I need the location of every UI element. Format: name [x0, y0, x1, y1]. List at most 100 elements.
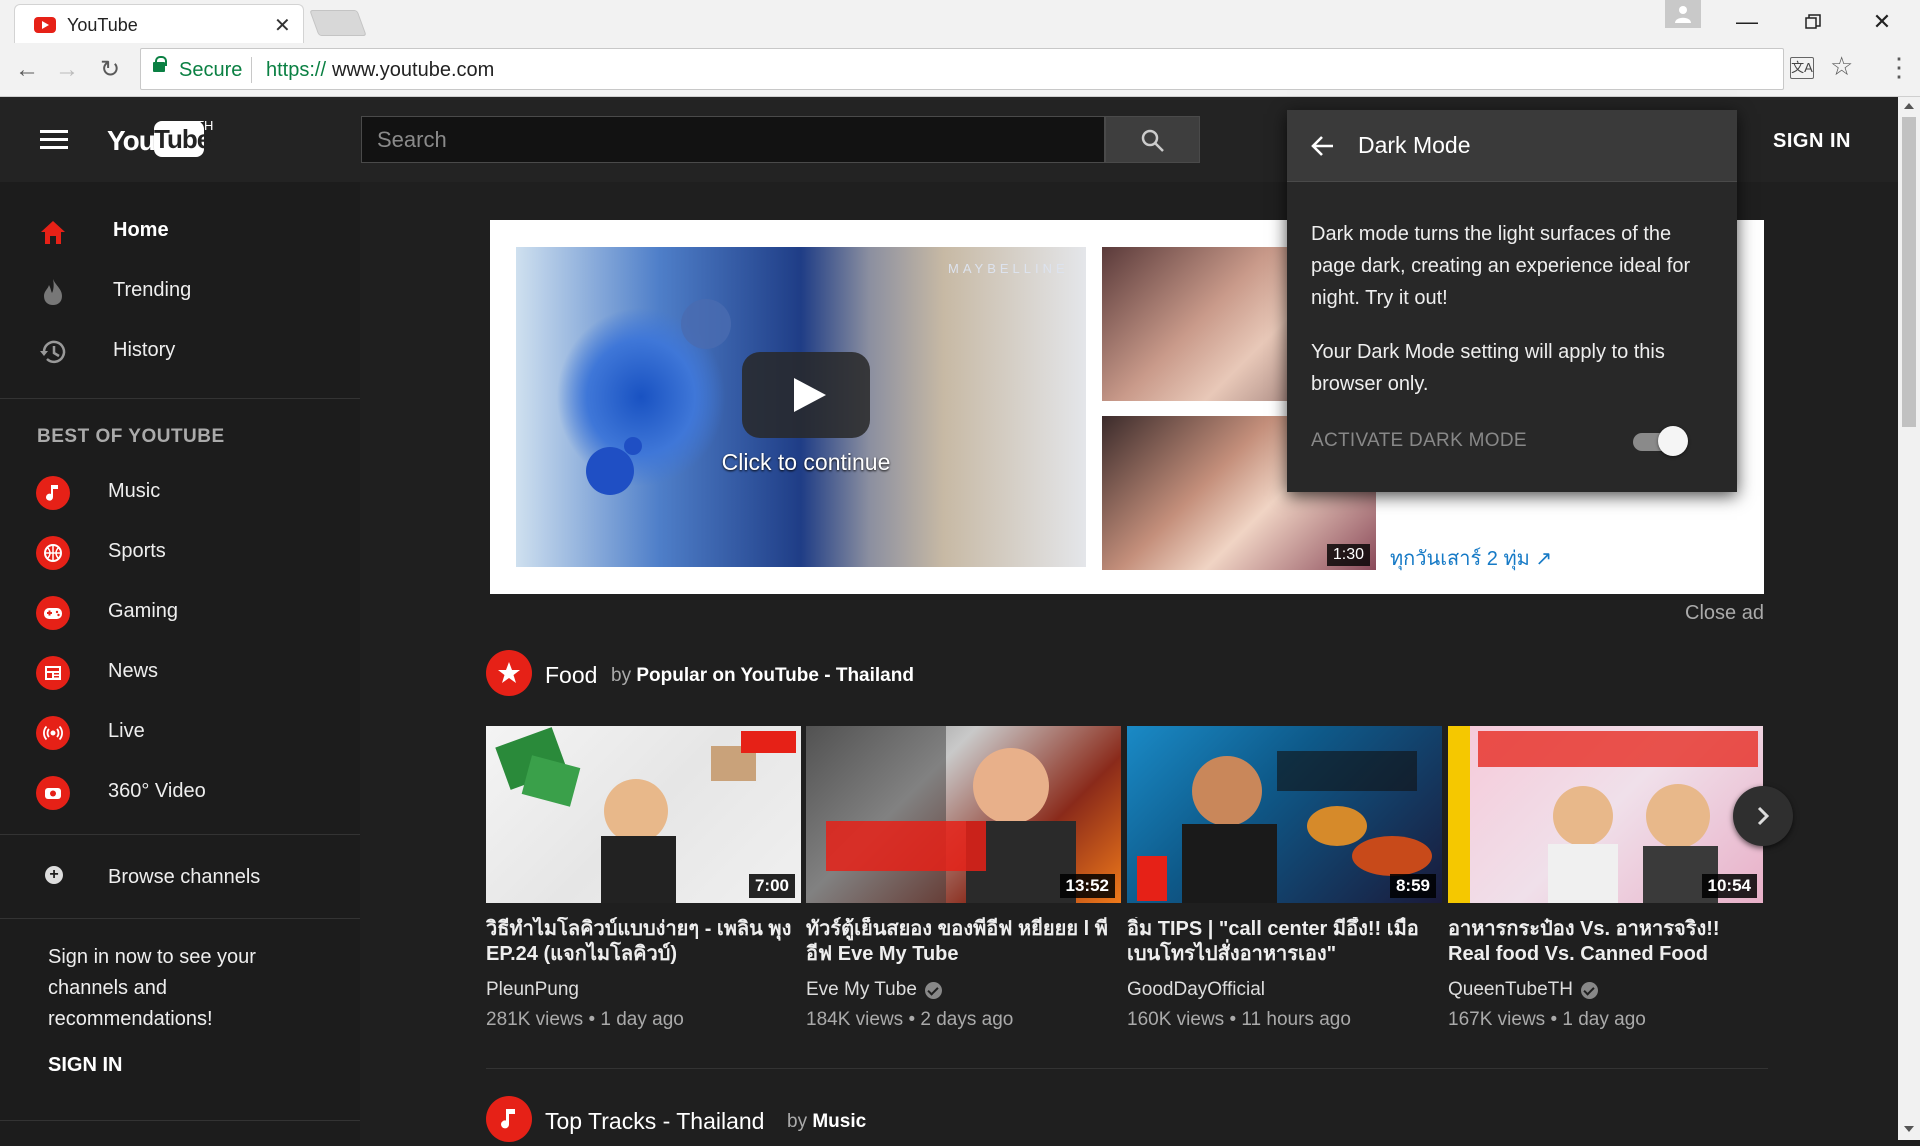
- video-thumbnail[interactable]: 13:52: [806, 726, 1121, 903]
- channel-name[interactable]: Eve My Tube: [806, 979, 1121, 1001]
- sidebar-item-label: News: [108, 660, 159, 682]
- video-meta: 184K views • 2 days ago: [806, 1009, 1014, 1030]
- sidebar-item-news[interactable]: News: [0, 642, 360, 702]
- video-thumbnail[interactable]: 10:54: [1448, 726, 1763, 903]
- dark-mode-popup: Dark Mode Dark mode turns the light surf…: [1287, 110, 1737, 492]
- external-link-icon: ↗: [1535, 548, 1553, 570]
- video-meta: 167K views • 1 day ago: [1448, 1009, 1646, 1030]
- sidebar-item-live[interactable]: Live: [0, 702, 360, 762]
- page-scrollbar[interactable]: [1898, 97, 1920, 1140]
- scroll-down-arrow-icon[interactable]: [1904, 1126, 1914, 1132]
- ad-brand-logo: MAYBELLINE: [948, 261, 1069, 276]
- star-icon: [486, 650, 532, 696]
- sidebar-item-sports[interactable]: Sports: [0, 522, 360, 582]
- back-arrow-icon[interactable]: ←: [10, 53, 44, 87]
- sidebar-item-label: Sports: [108, 540, 166, 562]
- channel-name-text: QueenTubeTH: [1448, 979, 1573, 1000]
- shelf-owner-name[interactable]: Music: [812, 1111, 866, 1132]
- restore-icon: [1805, 14, 1821, 29]
- video-title[interactable]: วิธีทำไมโลคิวบ์แบบง่ายๆ - เพลิน พุง EP.2…: [486, 917, 801, 967]
- shelf-by-label: by: [611, 665, 632, 686]
- tab-title: YouTube: [67, 15, 138, 35]
- guide-menu-icon[interactable]: [40, 130, 68, 150]
- ad-paint-dot: [586, 447, 634, 495]
- channel-name[interactable]: GoodDayOfficial: [1127, 979, 1442, 1001]
- video-title[interactable]: ทัวร์ตู้เย็นสยอง ของพี่อีฟ หยี๋ยยย l พี่…: [806, 917, 1121, 967]
- sidebar-item-trending[interactable]: Trending: [0, 261, 360, 321]
- view-count: 184K views: [806, 1009, 904, 1030]
- channel-name-text: GoodDayOfficial: [1127, 979, 1265, 1000]
- address-bar[interactable]: Secure https:// www.youtube.com: [140, 48, 1784, 90]
- video-duration: 8:59: [1389, 874, 1436, 898]
- sidebar-item-label: Trending: [113, 279, 192, 301]
- live-icon: [36, 716, 70, 750]
- search-button[interactable]: [1105, 116, 1200, 163]
- close-ad-button[interactable]: Close ad: [1685, 602, 1764, 625]
- video-thumbnail[interactable]: 8:59: [1127, 726, 1442, 903]
- secure-label: Secure: [179, 59, 243, 81]
- video-card[interactable]: 13:52 ทัวร์ตู้เย็นสยอง ของพี่อีฟ หยี๋ยยย…: [806, 726, 1121, 1031]
- sign-in-promo: Sign in now to see your channels and rec…: [48, 946, 256, 1030]
- sidebar-item-music[interactable]: Music: [0, 462, 360, 522]
- chevron-right-icon: [1757, 806, 1770, 826]
- dark-mode-description: Dark mode turns the light surfaces of th…: [1311, 223, 1691, 309]
- upload-age: 11 hours ago: [1241, 1009, 1351, 1030]
- video-card[interactable]: 8:59 อิ่ม TIPS | "call center มีอึ้ง!! เ…: [1127, 726, 1442, 1031]
- translate-icon[interactable]: 文A: [1790, 57, 1814, 79]
- ad-schedule-link[interactable]: ทุกวันเสาร์ 2 ทุ่ม ↗: [1390, 542, 1552, 574]
- ad-video-player[interactable]: MAYBELLINE Click to continue: [516, 247, 1086, 567]
- shelf-title[interactable]: Top Tracks - Thailand: [545, 1108, 764, 1135]
- upload-age: 1 day ago: [600, 1009, 684, 1030]
- video-duration: 10:54: [1701, 874, 1757, 898]
- sidebar-divider: [0, 398, 360, 399]
- profile-button[interactable]: [1665, 0, 1701, 28]
- video-title[interactable]: อิ่ม TIPS | "call center มีอึ้ง!! เมื่อเ…: [1127, 917, 1442, 967]
- sidebar-item-browse-channels[interactable]: + Browse channels: [0, 848, 360, 908]
- shelf-title[interactable]: Food: [545, 662, 597, 689]
- sign-in-button[interactable]: SIGN IN: [1773, 130, 1851, 153]
- video-card[interactable]: 10:54 อาหารกระป๋อง Vs. อาหารจริง!! Real …: [1448, 726, 1763, 1031]
- gaming-icon: [36, 596, 70, 630]
- minimize-button[interactable]: —: [1727, 6, 1767, 38]
- video-card[interactable]: 7:00 วิธีทำไมโลคิวบ์แบบง่ายๆ - เพลิน พุง…: [486, 726, 801, 1031]
- channel-name[interactable]: PleunPung: [486, 979, 801, 1001]
- sidebar-item-360-video[interactable]: 360° Video: [0, 762, 360, 822]
- video-thumbnail[interactable]: 7:00: [486, 726, 801, 903]
- restore-button[interactable]: [1793, 6, 1833, 38]
- sidebar-divider: [0, 1120, 360, 1121]
- shelf-header: Top Tracks - Thailand by Music: [486, 1096, 986, 1146]
- back-arrow-icon[interactable]: [1309, 132, 1337, 160]
- sidebar-sign-in-link[interactable]: SIGN IN: [48, 1054, 122, 1077]
- sidebar-item-gaming[interactable]: Gaming: [0, 582, 360, 642]
- channel-name[interactable]: QueenTubeTH: [1448, 979, 1763, 1001]
- add-circle-icon: +: [45, 866, 63, 884]
- shelf-owner-name[interactable]: Popular on YouTube - Thailand: [636, 665, 914, 686]
- close-window-button[interactable]: ✕: [1862, 6, 1902, 38]
- video-title[interactable]: อาหารกระป๋อง Vs. อาหารจริง!! Real food V…: [1448, 917, 1763, 967]
- sidebar-item-home[interactable]: Home: [0, 201, 360, 261]
- browser-tab[interactable]: YouTube ✕: [14, 4, 304, 43]
- scrollbar-thumb[interactable]: [1902, 117, 1916, 427]
- forward-arrow-icon[interactable]: →: [50, 53, 84, 87]
- reload-icon[interactable]: ↻: [93, 53, 127, 87]
- video-duration: 13:52: [1059, 874, 1115, 898]
- close-tab-icon[interactable]: ✕: [274, 13, 291, 38]
- news-icon: [36, 656, 70, 690]
- dark-mode-toggle[interactable]: [1633, 426, 1688, 456]
- shelf-owner: by Music: [787, 1111, 866, 1133]
- verified-badge-icon: [1580, 981, 1598, 999]
- sidebar-item-history[interactable]: History: [0, 321, 360, 381]
- sidebar-divider: [0, 918, 360, 919]
- ad-paint-dot: [624, 437, 642, 455]
- sidebar-item-label: History: [113, 339, 176, 361]
- play-button-icon[interactable]: [742, 352, 870, 438]
- shelf-divider: [486, 1068, 1768, 1069]
- search-input[interactable]: [362, 117, 1104, 162]
- bookmark-star-icon[interactable]: ☆: [1830, 51, 1853, 82]
- new-tab-button[interactable]: [309, 10, 367, 36]
- sidebar-item-label: Music: [108, 480, 161, 502]
- browser-menu-icon[interactable]: ⋮: [1886, 52, 1912, 82]
- scroll-up-arrow-icon[interactable]: [1904, 103, 1914, 109]
- shelf-next-button[interactable]: [1733, 786, 1793, 846]
- sidebar-item-label: Home: [113, 219, 169, 241]
